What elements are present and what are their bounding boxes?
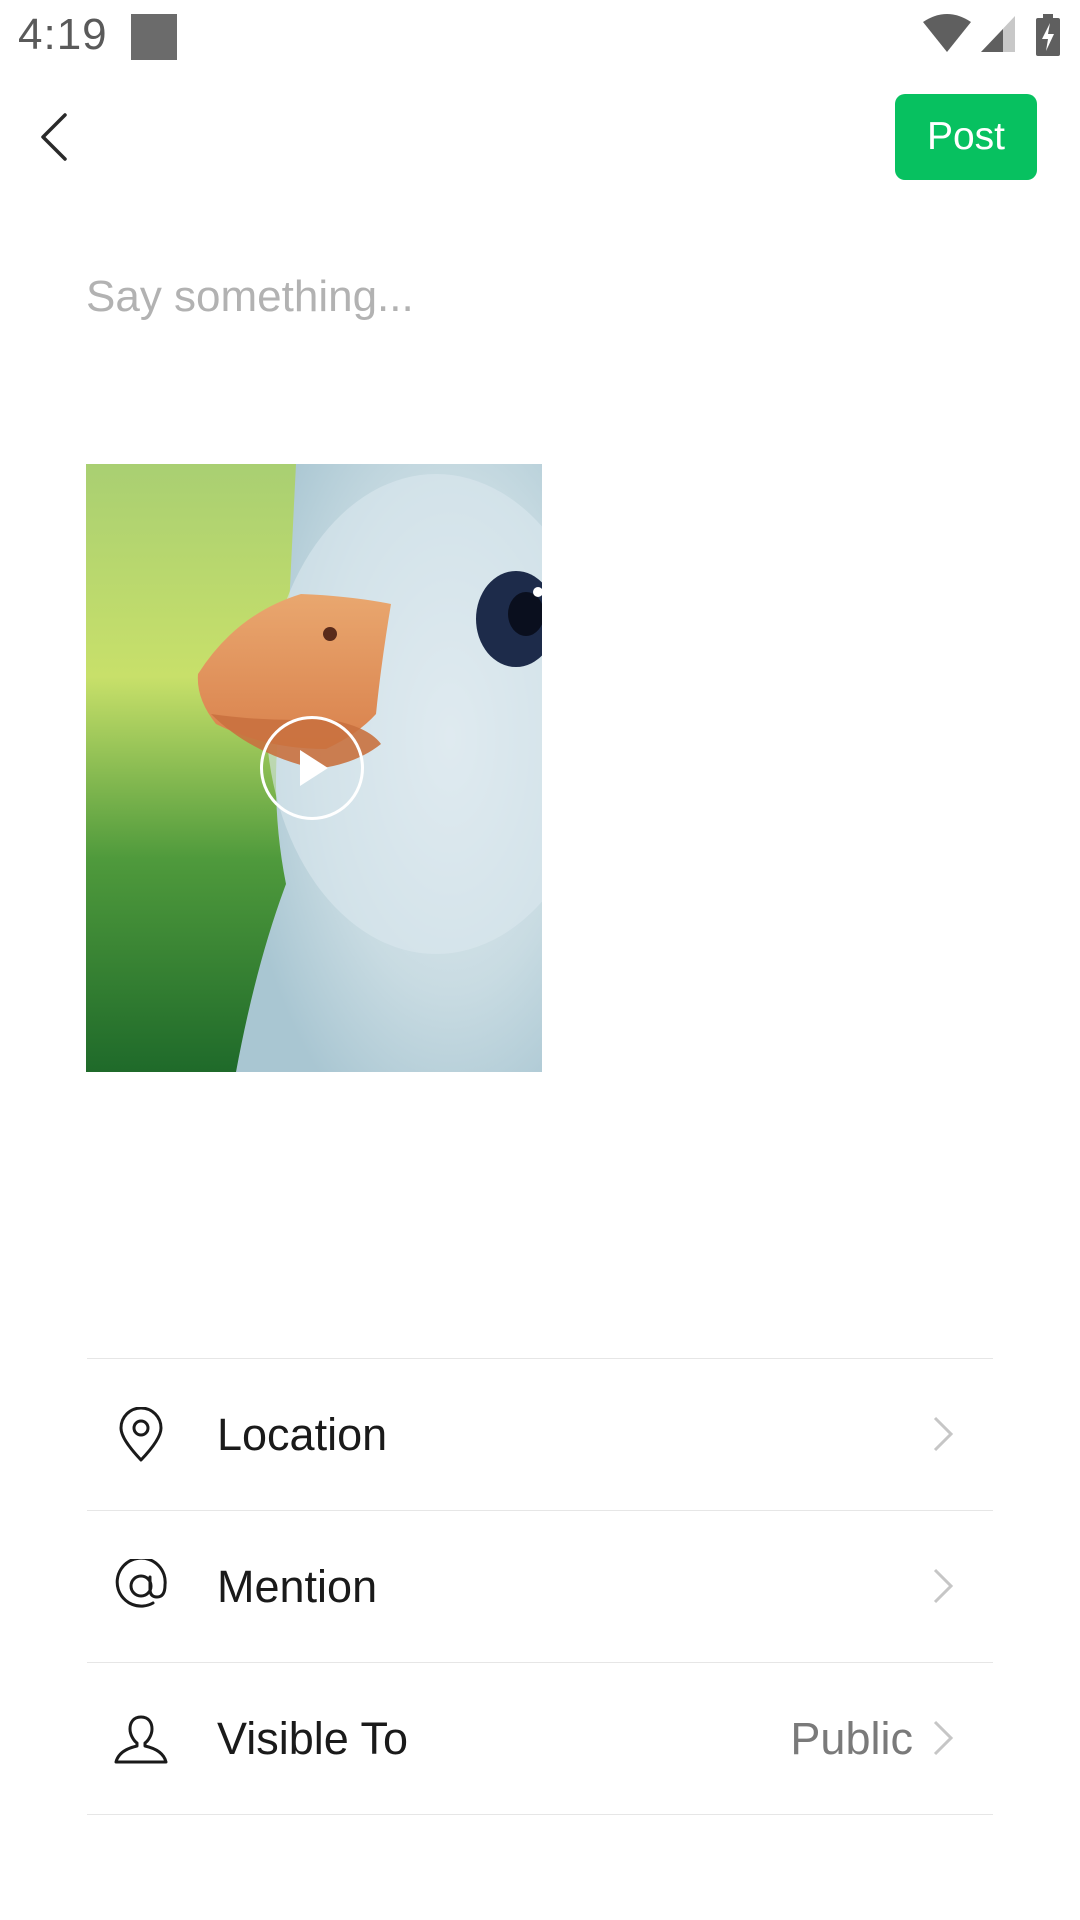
play-button[interactable] xyxy=(260,716,364,820)
visible-to-row[interactable]: Visible To Public xyxy=(87,1663,993,1814)
mention-row[interactable]: Mention xyxy=(87,1511,993,1662)
wifi-icon xyxy=(923,14,971,52)
location-row[interactable]: Location xyxy=(87,1359,993,1510)
location-pin-icon xyxy=(119,1407,163,1462)
chevron-right-icon xyxy=(933,1416,954,1452)
post-button[interactable]: Post xyxy=(895,94,1037,180)
chevron-right-icon xyxy=(933,1568,954,1604)
play-icon xyxy=(300,750,328,786)
say-something-input[interactable] xyxy=(86,262,986,332)
at-sign-icon xyxy=(115,1559,167,1608)
divider xyxy=(87,1814,993,1815)
back-button[interactable] xyxy=(28,106,80,168)
status-time: 4:19 xyxy=(18,10,108,59)
signal-icon xyxy=(981,16,1015,52)
chevron-right-icon xyxy=(933,1720,954,1756)
video-thumbnail[interactable] xyxy=(86,464,542,1072)
person-icon xyxy=(114,1715,168,1764)
visibility-value: Public xyxy=(790,1712,913,1764)
battery-charging-icon xyxy=(1036,14,1060,56)
moments-compose-screen: 4:19 Post Say something... Location Ment… xyxy=(0,0,1080,1920)
location-label: Location xyxy=(217,1408,388,1460)
chevron-left-icon xyxy=(41,113,67,161)
status-bar: 4:19 xyxy=(0,0,1080,74)
mention-label: Mention xyxy=(217,1560,378,1612)
notification-square-icon xyxy=(131,14,177,60)
visible-to-label: Visible To xyxy=(217,1712,408,1764)
options-list: Location Mention Visible To Public xyxy=(87,1358,993,1815)
